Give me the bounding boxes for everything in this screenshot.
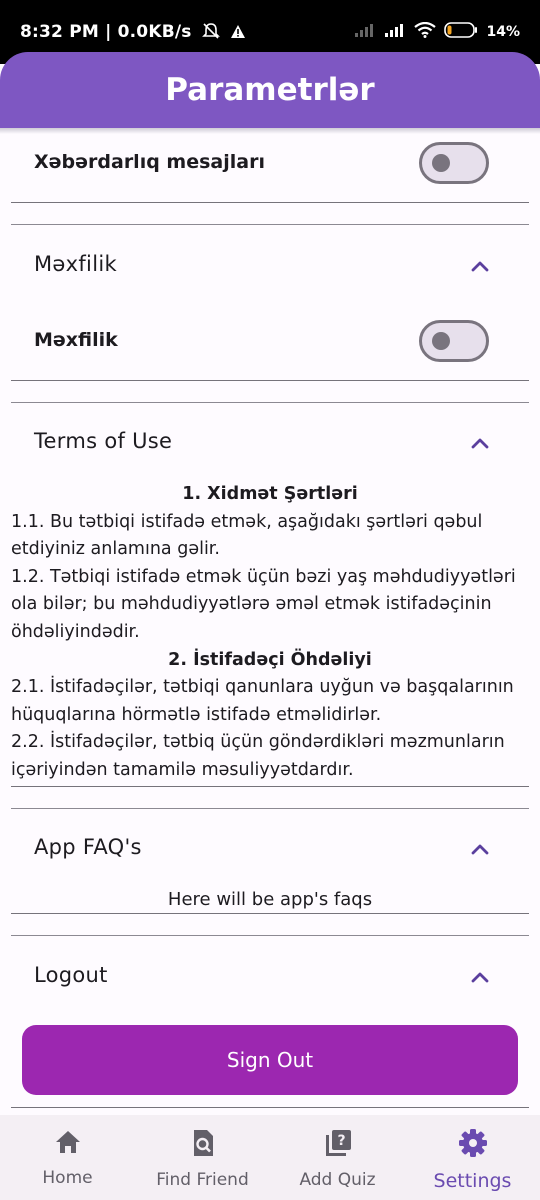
nav-label-find-friend: Find Friend	[156, 1170, 249, 1190]
bell-off-icon	[201, 22, 226, 42]
terms-paragraph-2-1: 2.1. İstifadəçilər, tətbiqi qanunlara uy…	[11, 677, 514, 725]
privacy-section-header[interactable]: Məxfilik	[34, 252, 117, 276]
status-time: 8:32 PM | 0.0KB/s	[20, 22, 192, 42]
switch-knob	[432, 154, 450, 172]
warning-icon	[230, 22, 246, 42]
switch-knob	[432, 332, 450, 350]
notifications-label: Xəbərdarlıq mesajları	[34, 151, 265, 173]
page-title: Parametrlər	[165, 72, 375, 108]
terms-heading-2: 2. İstifadəçi Öhdəliyi	[168, 649, 372, 670]
divider	[11, 224, 529, 225]
nav-item-find-friend[interactable]: Find Friend	[135, 1128, 270, 1190]
battery-percent: 14%	[486, 24, 520, 40]
divider	[11, 786, 529, 787]
divider	[11, 380, 529, 381]
nav-item-add-quiz[interactable]: ? Add Quiz	[270, 1128, 405, 1190]
divider	[11, 402, 529, 403]
terms-heading-1: 1. Xidmət Şərtləri	[182, 484, 358, 504]
battery-icon	[444, 22, 478, 42]
divider	[11, 808, 529, 809]
nav-label-add-quiz: Add Quiz	[299, 1170, 376, 1190]
logout-section-header[interactable]: Logout	[34, 963, 108, 987]
find-friend-icon	[188, 1128, 218, 1162]
nav-label-home: Home	[42, 1168, 93, 1188]
faq-section-header[interactable]: App FAQ's	[34, 835, 142, 859]
home-icon	[53, 1128, 83, 1160]
privacy-switch[interactable]	[419, 320, 489, 362]
terms-paragraph-1-2: 1.2. Tətbiqi istifadə etmək üçün bəzi ya…	[11, 566, 516, 642]
app-bar: Parametrlər	[0, 52, 540, 128]
divider	[11, 1107, 529, 1108]
privacy-toggle-label: Məxfilik	[34, 329, 118, 351]
settings-icon	[458, 1128, 488, 1162]
app-bar-shadow	[0, 128, 540, 134]
add-quiz-icon: ?	[323, 1128, 353, 1162]
wifi-icon	[414, 21, 437, 42]
svg-text:?: ?	[337, 1133, 345, 1149]
signal-icon	[384, 23, 406, 41]
nav-item-settings[interactable]: Settings	[405, 1128, 540, 1192]
notifications-switch[interactable]	[419, 142, 489, 184]
terms-section-header[interactable]: Terms of Use	[34, 429, 172, 453]
chevron-up-icon[interactable]	[470, 258, 490, 272]
terms-paragraph-1-1: 1.1. Bu tətbiqi istifadə etmək, aşağıdak…	[11, 511, 483, 560]
nav-label-settings: Settings	[433, 1170, 512, 1192]
terms-content: 1. Xidmət Şərtləri 1.1. Bu tətbiqi istif…	[11, 481, 529, 785]
chevron-up-icon[interactable]	[470, 435, 490, 449]
signal-weak-icon	[354, 23, 376, 41]
divider	[11, 935, 529, 936]
chevron-up-icon[interactable]	[470, 841, 490, 855]
nav-item-home[interactable]: Home	[0, 1128, 135, 1188]
faq-body: Here will be app's faqs	[167, 889, 373, 910]
divider	[11, 202, 529, 203]
terms-paragraph-2-2: 2.2. İstifadəçilər, tətbiq üçün göndərdi…	[11, 732, 505, 780]
sign-out-button[interactable]: Sign Out	[22, 1025, 518, 1095]
chevron-up-icon[interactable]	[470, 969, 490, 983]
divider	[11, 913, 529, 914]
